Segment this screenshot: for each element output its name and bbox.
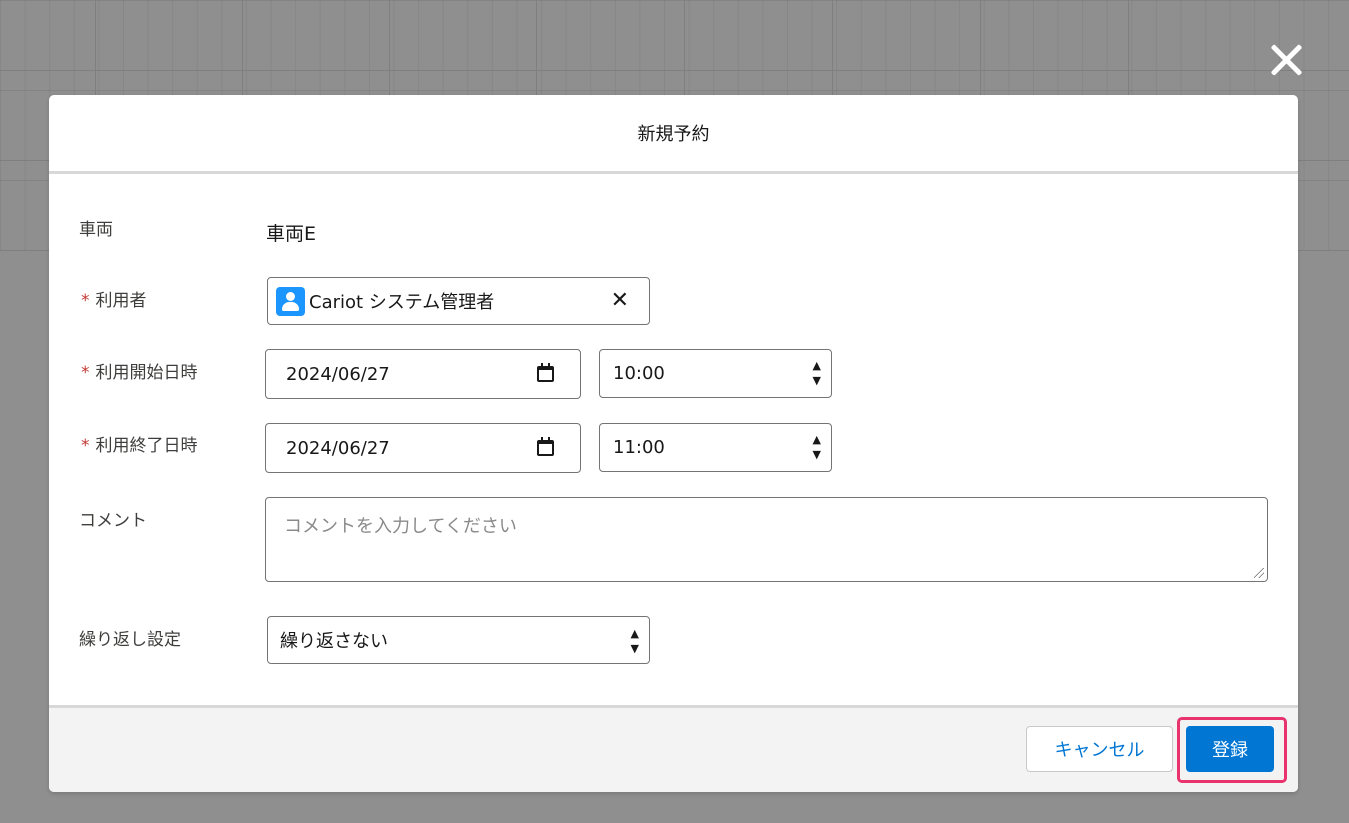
start-date-value: 2024/06/27 — [286, 363, 390, 385]
start-label: * 利用開始日時 — [81, 363, 198, 383]
repeat-label: 繰り返し設定 — [79, 630, 181, 650]
select-arrows-icon: ▲ ▼ — [630, 627, 639, 655]
required-mark: * — [81, 291, 90, 311]
end-date-value: 2024/06/27 — [286, 437, 390, 459]
comment-label: コメント — [79, 511, 147, 531]
comment-placeholder: コメントを入力してください — [284, 516, 517, 537]
repeat-selected-value: 繰り返さない — [280, 631, 388, 652]
required-mark: * — [81, 436, 90, 456]
repeat-select[interactable]: 繰り返さない ▲ ▼ — [267, 616, 650, 664]
end-time-value: 11:00 — [613, 437, 665, 458]
end-label: * 利用終了日時 — [81, 436, 198, 456]
vehicle-label: 車両 — [79, 220, 113, 240]
end-time-input[interactable]: 11:00 ▲ ▼ — [599, 423, 832, 472]
cancel-button[interactable]: キャンセル — [1026, 726, 1173, 772]
vehicle-value: 車両E — [266, 223, 317, 245]
modal-footer: キャンセル 登録 — [49, 705, 1298, 792]
user-label: * 利用者 — [81, 291, 147, 311]
save-button[interactable]: 登録 — [1186, 726, 1274, 772]
time-spinner-icon[interactable]: ▲ ▼ — [813, 432, 821, 462]
start-time-input[interactable]: 10:00 ▲ ▼ — [599, 349, 832, 398]
modal-title: 新規予約 — [49, 95, 1298, 174]
start-time-value: 10:00 — [613, 363, 665, 384]
start-date-input[interactable]: 2024/06/27 — [265, 349, 581, 399]
user-pill-label: Cariot システム管理者 — [309, 292, 495, 313]
resize-grip-icon[interactable] — [1254, 568, 1264, 578]
clear-user-icon[interactable]: ✕ — [611, 288, 629, 313]
comment-textarea[interactable]: コメントを入力してください — [265, 497, 1268, 582]
required-mark: * — [81, 363, 90, 383]
user-avatar-icon — [276, 286, 305, 316]
end-date-input[interactable]: 2024/06/27 — [265, 423, 581, 473]
close-icon[interactable] — [1264, 38, 1308, 82]
new-reservation-modal: 新規予約 車両 車両E * 利用者 Cariot システム管理者 ✕ * 利用開始日… — [49, 95, 1298, 792]
user-lookup-pill[interactable]: Cariot システム管理者 ✕ — [267, 277, 650, 325]
calendar-icon[interactable] — [537, 363, 554, 382]
time-spinner-icon[interactable]: ▲ ▼ — [813, 358, 821, 388]
calendar-icon[interactable] — [537, 437, 554, 456]
